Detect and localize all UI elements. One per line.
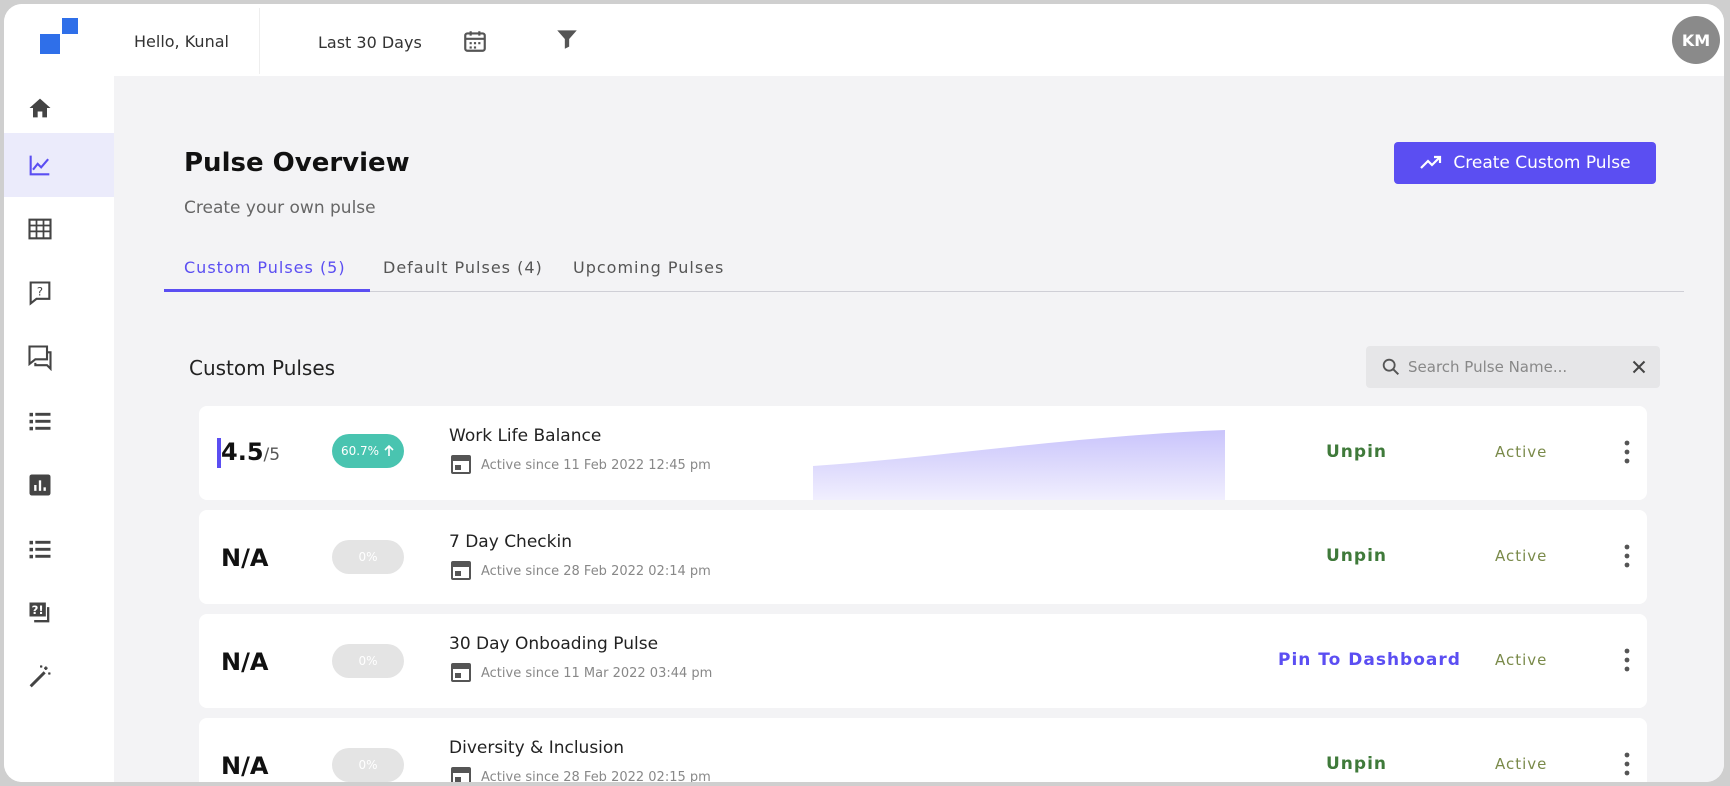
sidebar-item-list-2[interactable] (4, 517, 114, 581)
calendar-icon (451, 561, 471, 580)
filter-icon[interactable] (554, 26, 580, 52)
more-options-icon[interactable] (1617, 438, 1637, 466)
change-badge: 0% (332, 644, 404, 678)
pulse-score: N/A (221, 648, 269, 676)
greeting: Hello, Kunal (134, 32, 229, 51)
sidebar-item-faq[interactable]: ?! (4, 581, 114, 645)
create-button-label: Create Custom Pulse (1453, 153, 1631, 173)
active-tab-indicator (164, 289, 370, 292)
svg-text:?: ? (37, 284, 43, 298)
sidebar-item-reports[interactable] (4, 453, 114, 517)
pulse-score: 4.5/5 (221, 438, 281, 466)
pulse-score: N/A (221, 752, 269, 780)
status-badge: Active (1495, 547, 1548, 565)
sidebar-item-home[interactable] (4, 76, 114, 140)
sidebar-item-chat[interactable] (4, 325, 114, 389)
pulse-active-since: Active since 11 Feb 2022 12:45 pm (481, 458, 711, 473)
trend-chart-icon (29, 155, 50, 176)
pulse-card[interactable]: N/A 0% 7 Day Checkin Active since 28 Feb… (199, 510, 1647, 604)
list-icon (29, 540, 51, 559)
pulse-active-since: Active since 11 Mar 2022 03:44 pm (481, 666, 713, 681)
unpin-button[interactable]: Unpin (1326, 442, 1387, 462)
unpin-button[interactable]: Unpin (1326, 546, 1387, 566)
change-badge: 0% (332, 540, 404, 574)
pulse-card[interactable]: N/A 0% Diversity & Inclusion Active sinc… (199, 718, 1647, 782)
trending-up-icon (1420, 155, 1442, 169)
pulse-card[interactable]: 4.5/5 60.7% Work Life Balance Active sin… (199, 406, 1647, 500)
bar-chart-icon (29, 474, 51, 496)
status-badge: Active (1495, 443, 1548, 461)
pulse-active-since: Active since 28 Feb 2022 02:14 pm (481, 564, 711, 579)
home-icon (29, 98, 51, 118)
status-badge: Active (1495, 651, 1548, 669)
calendar-icon[interactable] (462, 28, 488, 54)
sidebar: ? ?! (4, 76, 114, 782)
pulse-name[interactable]: 30 Day Onboading Pulse (449, 634, 658, 654)
unpin-button[interactable]: Unpin (1326, 754, 1387, 774)
chat-icon (28, 345, 52, 371)
sidebar-item-grid[interactable] (4, 197, 114, 261)
section-title: Custom Pulses (189, 356, 336, 380)
calendar-icon (451, 663, 471, 682)
pin-to-dashboard-button[interactable]: Pin To Dashboard (1278, 650, 1461, 670)
pulse-card[interactable]: N/A 0% 30 Day Onboading Pulse Active sin… (199, 614, 1647, 708)
magic-wand-icon (29, 665, 51, 688)
more-options-icon[interactable] (1617, 750, 1637, 778)
pulse-active-since: Active since 28 Feb 2022 02:15 pm (481, 770, 711, 782)
sidebar-item-questions[interactable]: ? (4, 261, 114, 325)
page-title: Pulse Overview (184, 148, 410, 178)
question-bubble-icon: ? (29, 281, 51, 306)
create-custom-pulse-button[interactable]: Create Custom Pulse (1394, 142, 1656, 184)
app-window: Hello, Kunal Last 30 Days KM ? ?! Pulse … (4, 4, 1724, 782)
faq-icon: ?! (29, 602, 50, 623)
calendar-icon (451, 455, 471, 474)
search-box (1366, 346, 1660, 388)
app-logo[interactable] (40, 18, 80, 58)
date-range-label[interactable]: Last 30 Days (318, 33, 422, 52)
grid-table-icon (28, 218, 52, 240)
pulse-score: N/A (221, 544, 269, 572)
close-icon[interactable] (1628, 356, 1650, 378)
more-options-icon[interactable] (1617, 646, 1637, 674)
search-input[interactable] (1408, 354, 1618, 380)
sidebar-item-magic[interactable] (4, 645, 114, 709)
tab-upcoming-pulses[interactable]: Upcoming Pulses (573, 258, 724, 277)
tab-bar: Custom Pulses (5) Default Pulses (4) Upc… (164, 246, 1684, 292)
change-badge: 60.7% (332, 434, 404, 468)
tab-default-pulses[interactable]: Default Pulses (4) (383, 258, 543, 277)
avatar[interactable]: KM (1672, 16, 1720, 64)
status-badge: Active (1495, 755, 1548, 773)
sidebar-item-list[interactable] (4, 389, 114, 453)
calendar-icon (451, 767, 471, 782)
pulse-name[interactable]: 7 Day Checkin (449, 532, 572, 552)
more-options-icon[interactable] (1617, 542, 1637, 570)
page-subtitle: Create your own pulse (184, 198, 376, 218)
svg-text:?!: ?! (32, 603, 44, 617)
sidebar-item-analytics[interactable] (4, 133, 114, 197)
top-bar: Hello, Kunal Last 30 Days KM (4, 4, 1724, 76)
trend-sparkline (813, 430, 1225, 500)
change-badge: 0% (332, 748, 404, 782)
pulse-name[interactable]: Diversity & Inclusion (449, 738, 624, 758)
tab-custom-pulses[interactable]: Custom Pulses (5) (184, 258, 346, 277)
list-icon (29, 412, 51, 431)
divider (259, 8, 260, 74)
arrow-up-icon (384, 445, 394, 456)
pulse-name[interactable]: Work Life Balance (449, 426, 601, 446)
search-icon (1382, 358, 1400, 376)
main-content: Pulse Overview Create your own pulse Cre… (114, 76, 1724, 782)
